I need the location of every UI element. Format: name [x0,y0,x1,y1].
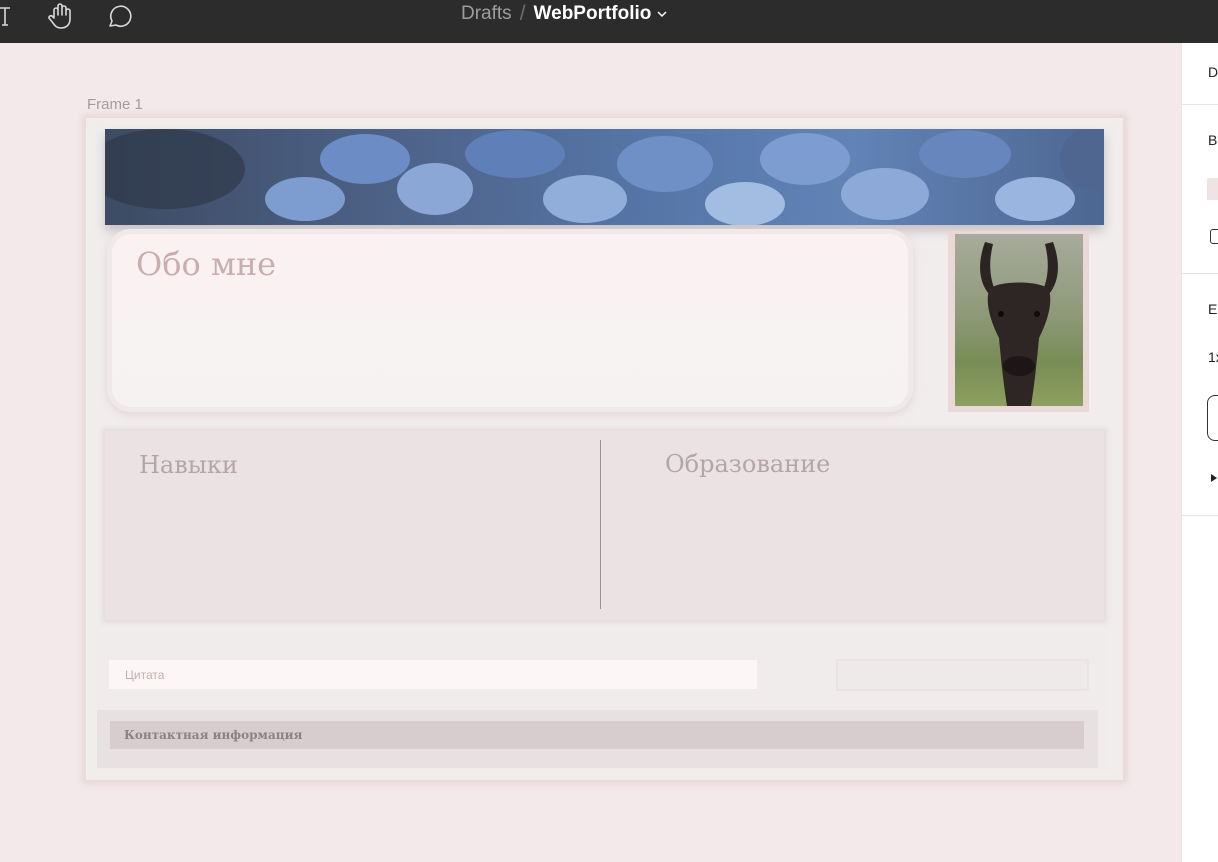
column-divider [600,440,601,609]
text-tool-icon[interactable] [0,0,14,31]
breadcrumb-file-name[interactable]: WebPortfolio [534,3,652,25]
contact-label: Контактная информация [124,728,303,742]
education-title[interactable]: Образование [665,450,830,478]
hand-tool-icon[interactable] [44,0,76,31]
chevron-down-icon[interactable] [657,10,667,18]
skills-education-panel[interactable] [105,431,1104,620]
llama-photo[interactable] [955,234,1083,406]
panel-separator [1182,273,1218,274]
export-button[interactable] [1207,395,1218,441]
banner-image[interactable] [105,129,1104,225]
panel-section-export: E [1208,301,1218,317]
top-toolbar: Drafts / WebPortfolio [0,0,1218,43]
expand-triangle-icon[interactable] [1211,474,1217,482]
comment-tool-icon[interactable] [103,0,135,31]
side-box[interactable] [836,659,1089,691]
export-scale[interactable]: 1x [1208,349,1218,365]
skills-title[interactable]: Навыки [139,451,238,479]
breadcrumb-separator: / [519,1,526,25]
breadcrumb-drafts[interactable]: Drafts [461,3,512,25]
contact-bar[interactable]: Контактная информация [110,721,1084,749]
panel-separator [1182,515,1218,516]
panel-separator [1182,104,1218,105]
background-color-swatch[interactable] [1207,178,1218,200]
breadcrumb: Drafts / WebPortfolio [461,0,667,27]
background-checkbox[interactable] [1210,229,1218,244]
quote-placeholder: Цитата [125,667,165,682]
panel-section-background: B [1208,132,1218,148]
properties-panel: D B E 1x [1181,43,1218,862]
panel-section-design[interactable]: D [1208,64,1218,80]
quote-box[interactable]: Цитата [107,658,759,691]
frame-label[interactable]: Frame 1 [87,96,143,113]
about-title[interactable]: Обо мне [136,245,276,283]
